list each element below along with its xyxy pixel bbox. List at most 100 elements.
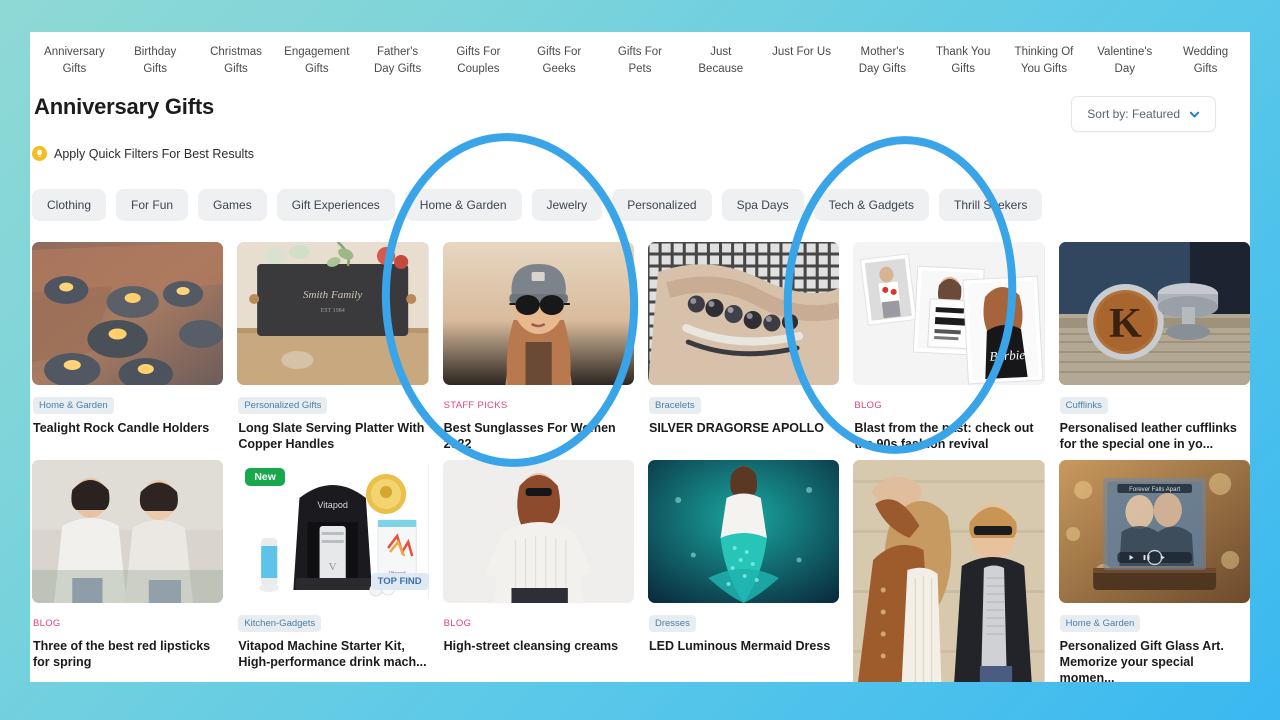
product-card-personalised-leather-cufflinks[interactable]: K Cufflinks Personalised leather cufflin… [1058,242,1250,452]
product-image-tealight-rock-candles [32,242,224,385]
category-badge[interactable]: Dresses [648,615,696,632]
svg-text:Vitapod: Vitapod [318,500,349,510]
nav-item-just-for-us[interactable]: Just For Us [761,40,842,84]
product-title: Tealight Rock Candle Holders [33,421,210,435]
category-badge[interactable]: Cufflinks [1059,397,1108,414]
product-meta: BLOG High-street cleansing creams [443,603,634,654]
nav-item-gifts-for-couples[interactable]: Gifts For Couples [438,40,519,84]
category-nav: Anniversary Gifts Birthday Gifts Christm… [30,32,1250,84]
new-badge: New [245,468,285,486]
product-image-led-mermaid-dress [647,460,840,603]
nav-item-thank-you-gifts[interactable]: Thank You Gifts [923,40,1004,84]
product-meta: BLOG Three of the best red lipsticks for… [32,603,223,670]
product-card-personalized-gift-glass-art[interactable]: Forever Falls Apart Home & Garden Person… [1058,460,1250,682]
nav-item-gifts-for-geeks[interactable]: Gifts For Geeks [519,40,600,84]
svg-text:Smith Family: Smith Family [303,289,362,301]
quick-filter-hint-text: Apply Quick Filters For Best Results [54,146,255,161]
sort-by-dropdown[interactable]: Sort by: Featured [1071,96,1216,132]
filter-chip-clothing[interactable]: Clothing [32,189,107,221]
product-image-glass-art-photo-frame: Forever Falls Apart [1058,460,1250,603]
product-image-leather-cufflinks-k: K [1058,242,1250,385]
product-image-couple-white-shirts [32,460,224,603]
product-image-slate-serving-platter: Smith Family EST 1984 [237,242,429,385]
svg-text:EST 1984: EST 1984 [321,308,345,314]
chevron-down-icon [1189,109,1200,120]
nav-item-mothers-day-gifts[interactable]: Mother's Day Gifts [842,40,923,84]
product-card-high-street-cleansing-creams[interactable]: BLOG High-street cleansing creams [442,460,634,654]
title-row: Anniversary Gifts Sort by: Featured [30,84,1250,132]
filter-chip-thrill-seekers[interactable]: Thrill Seekers [938,189,1043,221]
category-badge[interactable]: BLOG [444,615,472,632]
product-card-silver-dragorse-apollo[interactable]: Bracelets SILVER DRAGORSE APOLLO [647,242,840,436]
quick-filter-hint: Apply Quick Filters For Best Results [30,132,1250,161]
page-sheet: Anniversary Gifts Birthday Gifts Christm… [30,32,1250,682]
product-meta: STAFF PICKS Best Sunglasses For Women 20… [443,385,634,452]
lightbulb-icon [32,146,47,161]
category-badge[interactable]: Kitchen-Gadgets [238,615,322,632]
product-card-vitapod-machine-starter-kit[interactable]: Vitapod V Vitapod [237,460,429,670]
svg-text:Forever Falls Apart: Forever Falls Apart [1129,487,1180,493]
product-meta: Home & Garden Tealight Rock Candle Holde… [32,385,223,436]
product-title: Personalised leather cufflinks for the s… [1059,421,1237,451]
product-title: Personalized Gift Glass Art. Memorize yo… [1059,639,1224,682]
svg-text:K: K [1109,300,1142,347]
category-badge[interactable]: Home & Garden [1059,615,1141,632]
filter-chip-gift-experiences[interactable]: Gift Experiences [276,189,395,221]
product-title: Blast from the past: check out the 90s f… [854,421,1034,451]
product-meta: Home & Garden Personalized Gift Glass Ar… [1059,603,1250,682]
category-badge[interactable]: STAFF PICKS [444,397,508,414]
category-badge[interactable]: BLOG [854,397,882,414]
product-grid: Home & Garden Tealight Rock Candle Holde… [30,221,1250,682]
product-card-best-sunglasses-for-women[interactable]: STAFF PICKS Best Sunglasses For Women 20… [442,242,634,452]
nav-item-fathers-day-gifts[interactable]: Father's Day Gifts [357,40,438,84]
product-card-led-luminous-mermaid-dress[interactable]: Dresses LED Luminous Mermaid Dress [647,460,840,654]
filter-chip-row: Clothing For Fun Games Gift Experiences … [30,161,1250,221]
nav-item-birthday-gifts[interactable]: Birthday Gifts [115,40,196,84]
filter-chip-tech-and-gadgets[interactable]: Tech & Gadgets [813,189,929,221]
product-meta: Dresses LED Luminous Mermaid Dress [648,603,839,654]
category-badge[interactable]: Home & Garden [33,397,114,414]
product-title: LED Luminous Mermaid Dress [648,639,831,653]
product-meta: Bracelets SILVER DRAGORSE APOLLO [648,385,839,436]
product-title: High-street cleansing creams [443,639,619,653]
nav-item-wedding-gifts[interactable]: Wedding Gifts [1165,40,1246,84]
product-card-90s-fashion-revival-blog[interactable]: Barbie BLOG Blast from the past: check o… [853,242,1045,452]
product-card-long-slate-serving-platter[interactable]: Smith Family EST 1984 Personalized Gifts… [237,242,429,452]
filter-chip-personalized[interactable]: Personalized [612,189,712,221]
filter-chip-for-fun[interactable]: For Fun [116,189,189,221]
page-title: Anniversary Gifts [34,94,215,119]
svg-text:V: V [329,561,337,573]
product-meta: Personalized Gifts Long Slate Serving Pl… [237,385,428,452]
nav-item-just-because[interactable]: Just Because [680,40,761,84]
product-image-couple-fashion-wall [853,460,1045,682]
product-card-tealight-rock-candle-holders[interactable]: Home & Garden Tealight Rock Candle Holde… [32,242,224,436]
nav-item-christmas-gifts[interactable]: Christmas Gifts [196,40,277,84]
product-title: Long Slate Serving Platter With Copper H… [238,421,425,451]
category-badge[interactable]: Bracelets [648,397,701,414]
top-find-badge: TOP FIND [370,573,429,590]
product-title: SILVER DRAGORSE APOLLO [648,421,824,435]
product-title: Three of the best red lipsticks for spri… [33,639,211,669]
nav-item-valentines-day[interactable]: Valentine's Day [1084,40,1165,84]
product-image-beaded-bracelets-wrist [647,242,840,385]
product-card-red-lipsticks-blog[interactable]: BLOG Three of the best red lipsticks for… [32,460,224,670]
nav-item-gifts-for-pets[interactable]: Gifts For Pets [600,40,681,84]
category-badge[interactable]: Personalized Gifts [238,397,328,414]
product-meta: BLOG Blast from the past: check out the … [853,385,1044,452]
nav-item-engagement-gifts[interactable]: Engagement Gifts [276,40,357,84]
filter-chip-spa-days[interactable]: Spa Days [721,189,804,221]
filter-chip-jewelry[interactable]: Jewelry [531,189,603,221]
product-title: Best Sunglasses For Women 2022 [443,421,616,451]
sort-by-label: Sort by: Featured [1087,107,1180,121]
nav-item-thinking-of-you-gifts[interactable]: Thinking Of You Gifts [1004,40,1085,84]
svg-text:Barbie: Barbie [989,347,1026,364]
nav-item-anniversary-gifts[interactable]: Anniversary Gifts [34,40,115,84]
product-image-woman-beanie-sunglasses [442,242,634,385]
product-card-couple-fashion-wall[interactable] [853,460,1045,682]
filter-chip-home-and-garden[interactable]: Home & Garden [404,189,522,221]
product-title: Vitapod Machine Starter Kit, High-perfor… [238,639,427,669]
filter-chip-games[interactable]: Games [198,189,267,221]
product-meta: Cufflinks Personalised leather cufflinks… [1059,385,1250,452]
product-meta: TOP FIND Kitchen-Gadgets Vitapod Machine… [237,573,429,670]
category-badge[interactable]: BLOG [33,615,61,632]
